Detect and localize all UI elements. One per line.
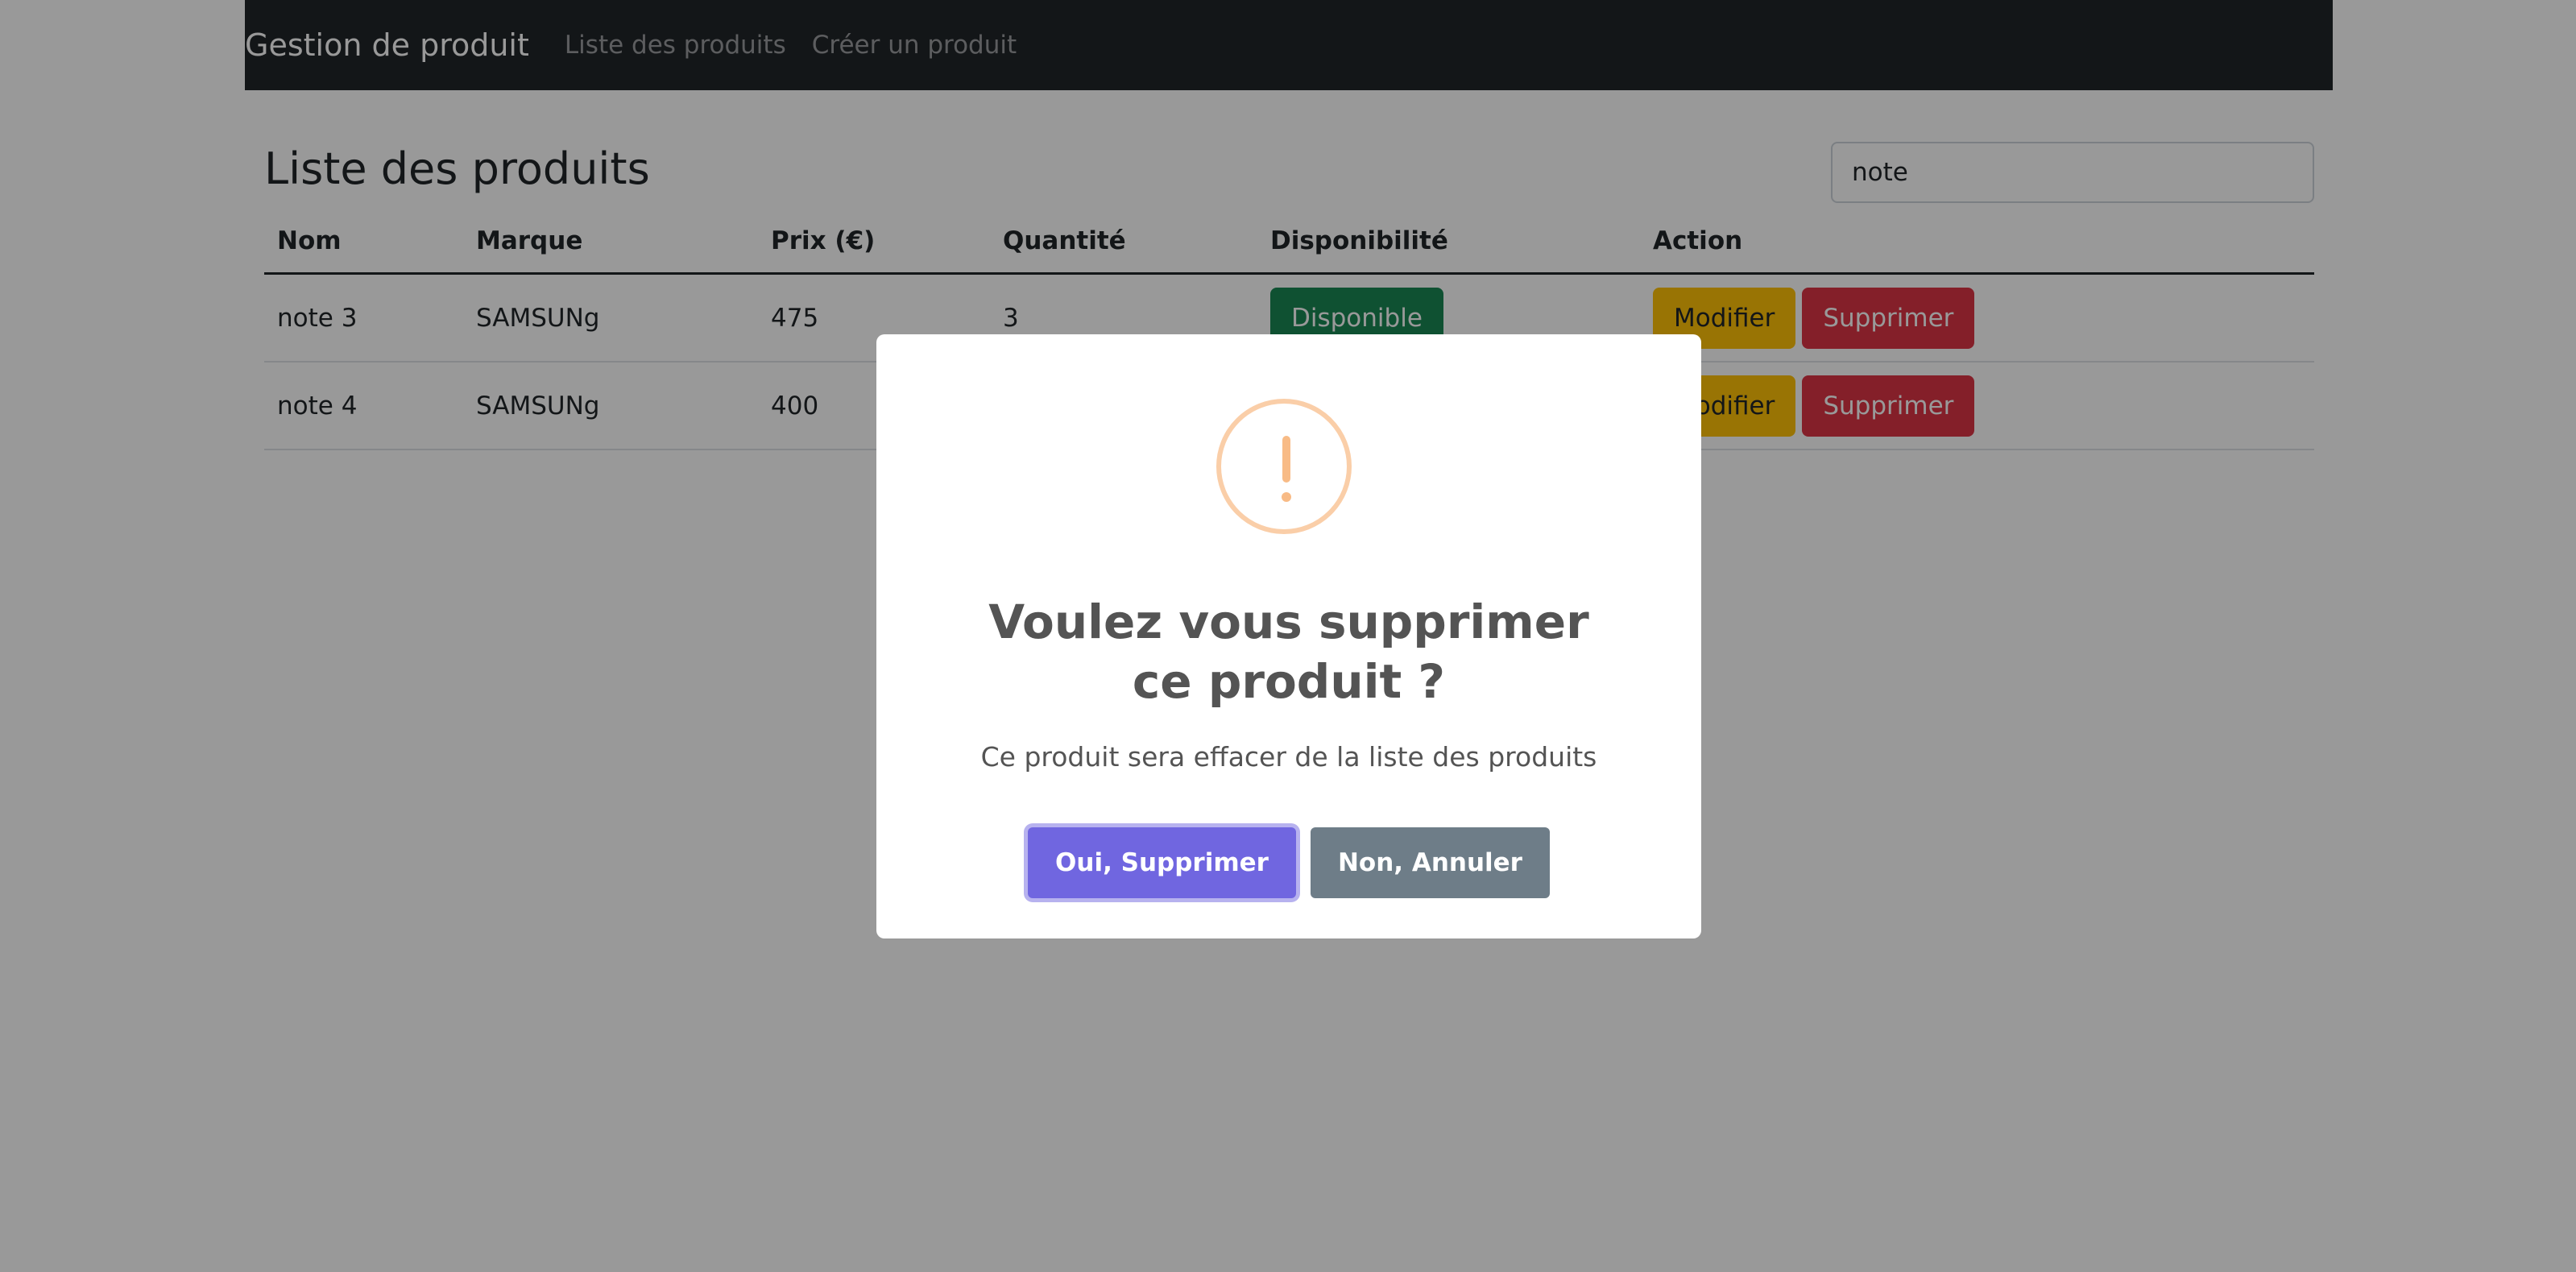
dialog-title: Voulez vous supprimer ce produit ? [988, 595, 1589, 709]
cancel-button[interactable]: Non, Annuler [1310, 827, 1550, 898]
exclamation-bar [1282, 436, 1290, 483]
delete-confirm-dialog: Voulez vous supprimer ce produit ? Ce pr… [876, 334, 1701, 938]
exclamation-icon [1216, 399, 1352, 534]
dialog-text: Ce produit sera effacer de la liste des … [980, 741, 1597, 773]
confirm-delete-button[interactable]: Oui, Supprimer [1028, 827, 1296, 898]
dialog-actions: Oui, Supprimer Non, Annuler [876, 827, 1701, 898]
app-page: Gestion de produit Liste des produits Cr… [0, 0, 2576, 1272]
exclamation-dot [1282, 492, 1291, 502]
